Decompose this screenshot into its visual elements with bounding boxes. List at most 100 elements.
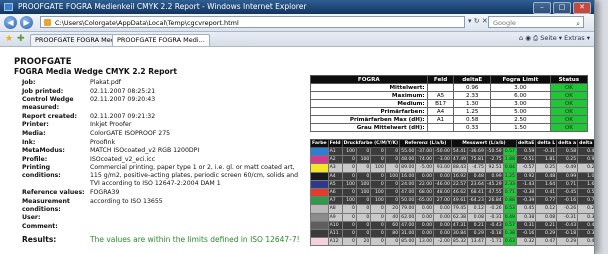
measurement-header: Feld [327,139,343,148]
summary-header: Feld [426,75,455,84]
delta-value: 0.32 [577,212,594,222]
field-row: Media: ColorGATE ISOPROOF 275 [14,130,306,138]
tab-report-2[interactable]: PROOFGATE FOGRA Medi... [112,34,210,46]
measured-value: 62.38 [450,212,469,222]
delta-value: -0.57 [515,163,537,173]
back-icon[interactable]: ◀ [4,16,17,29]
close-icon[interactable]: ✕ [573,2,591,14]
measured-value: 47.31 [450,220,469,230]
delta-value: -0.26 [556,204,579,214]
print-icon[interactable]: ⎙ [533,34,538,42]
summary-cell: Maximum: [310,91,428,100]
delta-value: 1.64 [577,179,594,189]
measured-value: -36.69 [467,146,486,157]
search-icon[interactable]: ⌕ [576,18,580,30]
measured-value: 23.64 [467,179,486,189]
color-swatch [310,204,329,214]
page-icon [44,19,51,26]
cmyk-value: 100 [341,196,357,206]
address-input[interactable]: C:\Users\Colorgate\AppData\Local\Temp\cg… [40,16,465,28]
reference-value: 27.00 [433,196,452,206]
add-favorite-icon[interactable]: ✚ [17,34,25,44]
delta-value: 0.71 [556,179,579,189]
cmyk-value: 0 [370,179,386,189]
measurement-table: Farbe Feld Druckfarbe (C/M/Y/K) Referenz (L… [310,139,594,247]
measured-value: 0.29 [467,228,486,239]
command-menus[interactable]: Seite ▾ Extras ▾ [540,34,590,42]
feeds-icon[interactable]: ◉ [525,34,531,42]
summary-row: Mittelwert: 0.96 3.00 OK [310,83,589,92]
field-id: A4 [327,171,343,181]
results-value: The values are within the limits defined… [90,234,300,244]
field-row: Ink: ProofInk [14,139,306,147]
measured-value: 2.33 [502,179,517,189]
reference-value: 0.00 [433,212,452,222]
measured-value: 0.38 [502,228,517,239]
report-info: PROOFGATE FOGRA Media Wedge CMYK 2.2 Rep… [14,57,306,244]
cmyk-value: 0 [355,163,372,173]
summary-cell: 5.00 [490,107,551,116]
summary-row: Medium: B17 1.30 3.00 OK [310,99,589,108]
minimize-icon[interactable]: – [533,2,551,14]
field-row: Comment: [14,223,306,231]
table-row: A12 0 20 0 0 85.00 13.00 -2.00 85.32 13.47 -1.71 0.… [310,237,594,247]
maximize-icon[interactable]: □ [553,2,571,14]
summary-cell: 1.50 [490,123,551,132]
refresh-icon[interactable]: ▾ ↻ ✕ [468,17,488,25]
delta-value: 0.31 [515,220,537,230]
cmyk-value: 0 [355,171,372,181]
field-id: A9 [327,212,343,222]
cmyk-value: 0 [384,155,401,165]
cmyk-value: 0 [355,212,372,222]
field-id: A1 [327,146,343,157]
summary-cell: 2.50 [490,115,551,124]
reference-value: 0.00 [415,220,435,230]
delta-value: 0.92 [577,155,594,165]
field-value: FOGRA39 [90,188,120,196]
table-row: A11 0 0 0 80 31.00 0.00 0.00 30.84 0.29 -0.18 0.38-… [310,228,594,239]
field-row: Report created: 02.11.2007 09:21:32 [14,113,306,121]
field-row: Printing conditions: Commercial printing,… [14,164,306,188]
measured-value: -1.71 [484,237,504,247]
delta-value: 0.25 [535,163,558,173]
window-controls: – □ ✕ [533,2,591,14]
measured-value: -4.75 [467,163,486,173]
home-icon[interactable]: ⌂ [519,34,523,42]
command-bar[interactable]: ⌂ ◉ ⎙ Seite ▾ Extras ▾ [519,34,590,43]
field-label: Printing conditions: [22,164,61,180]
report-fields: Job: Plakat.pdf Job printed: 02.11.2007 08:… [14,79,306,231]
field-value: MATCH ISOcoated_v2 RGB 1200DPI [90,147,200,155]
cmyk-value: 0 [384,187,401,198]
field-row: Job printed: 02.11.2007 08:25:21 [14,88,306,96]
summary-cell [426,83,455,92]
cmyk-value: 100 [370,187,386,198]
field-row: Reference values: FOGRA39 [14,189,306,197]
field-label: Report created: [22,112,77,120]
search-input[interactable]: Google ⌕ [488,16,584,28]
cmyk-value: 0 [341,212,357,222]
forward-icon[interactable]: ▶ [20,16,33,29]
reference-value: 93.00 [433,163,452,173]
summary-row: Maximum: A5 2.33 6.00 OK [310,91,589,100]
delta-value: 0.29 [577,163,594,173]
summary-cell: B17 [426,99,455,108]
color-swatch [310,155,329,165]
reference-value: 0.00 [433,220,452,230]
status-badge: OK [549,99,589,108]
delta-value: 0.29 [577,204,594,214]
reference-value: 16.00 [399,171,417,181]
measured-value: 0.84 [502,163,517,173]
favorites-star-icon[interactable]: ★ [5,34,13,44]
field-label: Profile: [22,155,48,163]
color-swatch [310,187,329,198]
delta-value: 0.12 [535,204,558,214]
delta-value: 1.64 [535,179,558,189]
window-title: PROOFGATE FOGRA Medienkeil CMYK 2.2 Repo… [18,2,307,11]
reference-value: 22.00 [415,179,435,189]
field-value [90,223,306,231]
summary-table: FOGRA Feld deltaE Fogra Limit Status Mittelwe… [310,75,589,132]
cmyk-value: 0 [341,237,357,247]
table-row: A3 0 0 100 0 89.00 -5.00 93.00 88.43 -4.75 92.51 0.… [310,163,594,173]
measured-value: -0.18 [484,228,504,239]
summary-cell: A1 [426,115,455,124]
